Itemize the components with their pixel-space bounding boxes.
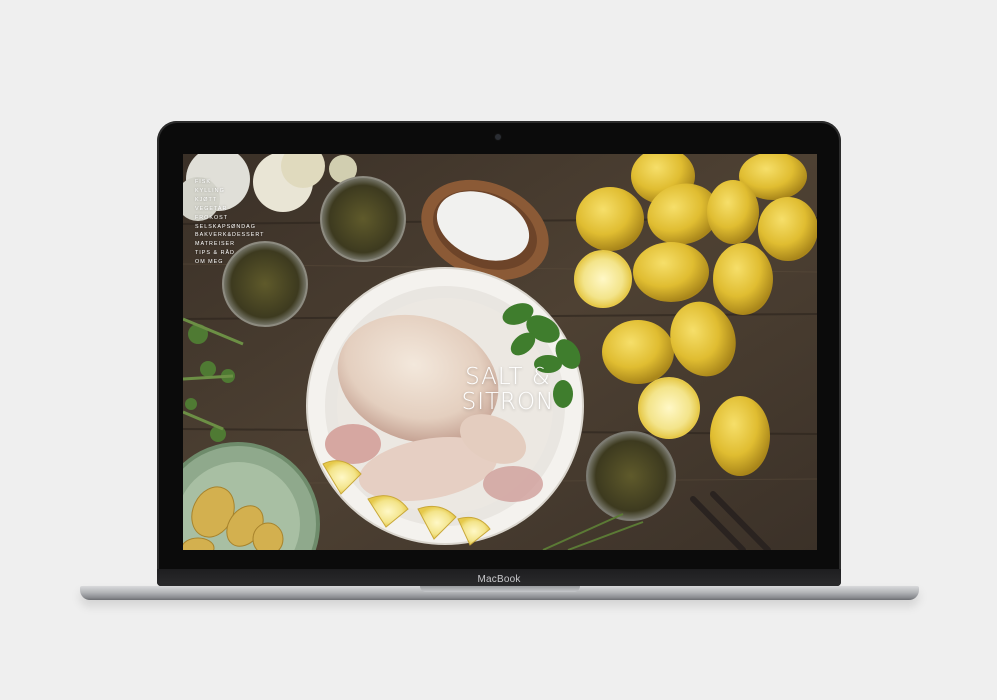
nav-item-kylling[interactable]: KYLLING xyxy=(195,187,264,196)
nav-item-frokost[interactable]: FROKOST xyxy=(195,214,264,223)
camera-icon xyxy=(495,134,501,140)
laptop-chin: MacBook xyxy=(157,569,841,586)
nav-item-fisk[interactable]: FISK xyxy=(195,178,264,187)
stage: FISK KYLLING KJØTT VEGETAR FROKOST SELSK… xyxy=(0,0,997,700)
nav-item-matreiser[interactable]: MATREISER xyxy=(195,240,264,249)
laptop-notch xyxy=(420,586,580,592)
brand-label: MacBook xyxy=(477,574,521,585)
nav-item-vegetar[interactable]: VEGETAR xyxy=(195,205,264,214)
site-title-line-2: SITRON xyxy=(461,389,555,415)
laptop-base xyxy=(80,586,919,600)
site-title-line-1: SALT & xyxy=(465,364,551,390)
laptop-lid: FISK KYLLING KJØTT VEGETAR FROKOST SELSK… xyxy=(157,121,841,586)
nav-item-bakverk-dessert[interactable]: BAKVERK&DESSERT xyxy=(195,231,264,240)
hero-photo xyxy=(183,154,817,550)
nav-item-kjott[interactable]: KJØTT xyxy=(195,196,264,205)
nav-item-tips-rad[interactable]: TIPS & RÅD xyxy=(195,249,264,258)
site-title[interactable]: SALT & SITRON xyxy=(438,365,578,415)
laptop-screen: FISK KYLLING KJØTT VEGETAR FROKOST SELSK… xyxy=(183,154,817,550)
nav-item-selskapsondag[interactable]: SELSKAPSØNDAG xyxy=(195,223,264,232)
nav-item-om-meg[interactable]: OM MEG xyxy=(195,258,264,267)
site-nav: FISK KYLLING KJØTT VEGETAR FROKOST SELSK… xyxy=(195,178,264,267)
